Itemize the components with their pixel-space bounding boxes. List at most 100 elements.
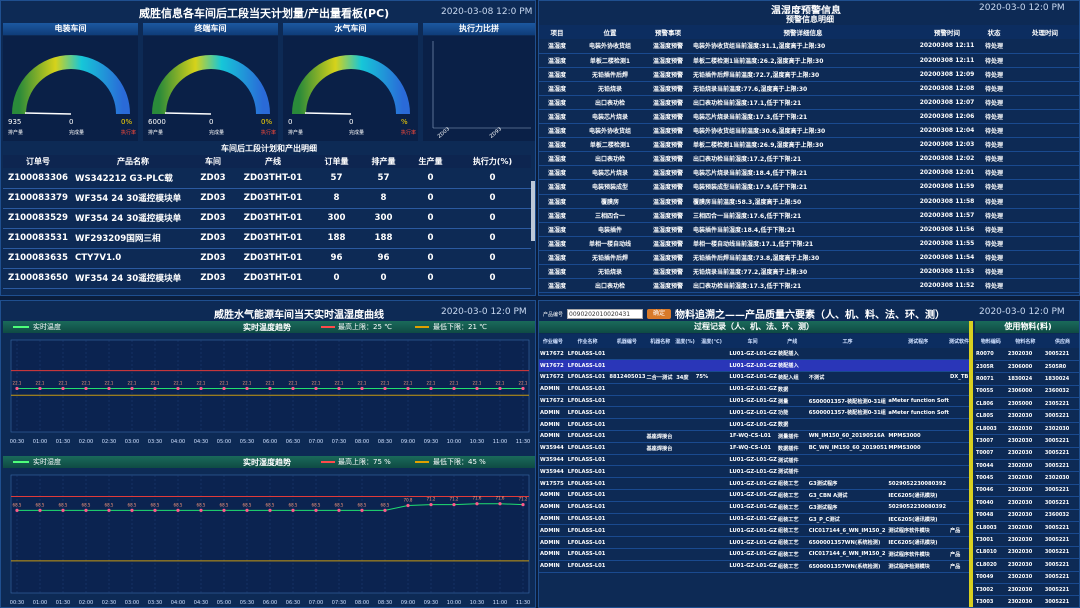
table-row[interactable]: Z100083531 WF293209国网三相 ZD03 ZD03THT-01 188 1…	[3, 228, 531, 249]
table-cell	[887, 348, 949, 361]
table-row[interactable]: 温湿度 覆膜房 温湿度预警 覆膜房当前温度:58.3,湿度高于上限:50 2020030…	[539, 194, 1079, 209]
x-tick-label: 00:30	[10, 600, 24, 606]
table-row[interactable]: T0048 2302030 2360032	[975, 509, 1079, 522]
table-row[interactable]: ADMIN LF0LASS-L01 LU01-GZ-L01-GZ 功能 65000013…	[539, 406, 969, 420]
table-row[interactable]: R0070 2302030 3005221	[975, 348, 1079, 361]
table-row[interactable]: W17672 LF0LASS-L01 LU01-GZ-L01-GZ 装配插入	[539, 359, 969, 373]
table-row[interactable]: CL8020 2302030 3005221	[975, 558, 1079, 572]
table-row[interactable]: W35944 LF0LASS-L01 LU01-GZ-L01-GZ 测试插件	[539, 465, 969, 479]
table-row[interactable]: CL8003 2302030 3005221	[975, 521, 1079, 535]
table-row[interactable]: ADMIN LF0LASS-L01 LU01-GZ-L01-GZ 数据	[539, 418, 969, 432]
table-row[interactable]: T0007 2302030 3005221	[975, 447, 1079, 461]
table-row[interactable]: ADMIN LF0LASS-L01 LU01-GZ-L01-GZ 组装工艺 G3_P_C…	[539, 513, 969, 526]
table-row[interactable]: 温湿度 无铅烧录 温湿度预警 无铅烧录当前温度:77.2,湿度高于上限:30 20200…	[539, 264, 1079, 280]
data-point	[429, 386, 433, 391]
table-row[interactable]: T3003 2302030 3005221	[975, 595, 1079, 607]
table-row[interactable]: 温湿度 电装外协收货组 温湿度预警 电装外协收货组当前温度:30.6,湿度高于上限:3…	[539, 123, 1079, 139]
table-row[interactable]: T3002 2302030 3005221	[975, 583, 1079, 597]
data-point	[176, 508, 180, 512]
table-row[interactable]: T3001 2302030 3005221	[975, 533, 1079, 547]
table-cell: MPMS3000	[887, 442, 949, 455]
table-cell	[948, 501, 969, 514]
product-no-label: 产品编号	[543, 312, 564, 318]
table-row[interactable]: 温湿度 电装芯片烧录 温湿度预警 电装芯片烧录当前湿度:18.4,低于下限:21 202…	[539, 165, 1079, 181]
table-row[interactable]: CL8003 2302030 2302030	[975, 422, 1079, 436]
table-row[interactable]: Z100083306 WS342212 G3-PLC载 ZD03 ZD03THT-01…	[3, 168, 531, 189]
table-row[interactable]: ADMIN LF0LASS-L01 LU01-GZ-L01-GZ 组装工艺 650000…	[539, 536, 969, 550]
data-point	[291, 386, 295, 391]
table-row[interactable]: Z100083635 CTY7V1.0 ZD03 ZD03THT-01 96 96 0 0	[3, 248, 531, 269]
table-row[interactable]: W35944 LF0LASS-L01 基座焊接台 1F-WQ-CS-L01 数据插件 BC…	[539, 442, 969, 455]
table-row[interactable]: T0046 2302030 3005221	[975, 484, 1079, 498]
table-row[interactable]: 温湿度 单板二楼检测1 温湿度预警 单板二楼检测1当前温度:26.2,湿度高于上限:3…	[539, 53, 1079, 68]
table-row[interactable]: 温湿度 三相四合一 温湿度预警 三相四合一当前湿度:17.6,低于下限:21 20200…	[539, 208, 1079, 223]
data-label: 68.5	[266, 502, 275, 507]
table-row[interactable]: ADMIN LF0LASS-L01 LU01-GZ-L01-GZ 组装工艺 CIC017…	[539, 548, 969, 561]
table-row[interactable]: T0045 2302030 2302030	[975, 471, 1079, 485]
table-cell: 电装插件当前湿度:18.4,低于下限:21	[691, 222, 915, 237]
table-cell: LF0LASS-L01	[566, 536, 609, 550]
data-label: 68.5	[220, 502, 229, 507]
table-row[interactable]: Z100083529 WF354 24 30遥控模块单 ZD03 ZD03THT-01…	[3, 208, 531, 229]
table-row[interactable]: 2305R 2306000 2505R0	[975, 360, 1079, 374]
process-table-scrollbar[interactable]	[969, 321, 973, 607]
table-row[interactable]: Z100083379 WF354 24 30遥控模块单 ZD03 ZD03THT-01…	[3, 188, 531, 209]
table-cell: 待处理	[979, 194, 1009, 209]
table-row[interactable]: T3007 2302030 3005221	[975, 434, 1079, 448]
table-row[interactable]: T0044 2302030 3005221	[975, 459, 1079, 473]
plan-table-scrollbar[interactable]	[531, 181, 535, 241]
table-row[interactable]: W17672 LF0LASS-L01 LU01-GZ-L01-GZ 测量 6500001…	[539, 395, 969, 408]
x-tick-label: 11:30	[516, 600, 530, 606]
table-row[interactable]: 温湿度 出口表功检 温湿度预警 出口表功检当前湿度:17.2,低于下限:21 20200…	[539, 151, 1079, 167]
table-row[interactable]: ADMIN LF0LASS-L01 LU01-GZ-L01-GZ 组装工艺 G3_CBN…	[539, 489, 969, 502]
table-row[interactable]: CL805 2302030 3005221	[975, 409, 1079, 423]
table-cell: T0045	[975, 471, 1007, 485]
table-row[interactable]: ADMIN LF0LASS-L01 LU01-GZ-L01-GZ 组装工艺 G3测试程序…	[539, 501, 969, 514]
table-row[interactable]: W17672 LF0LASS-L01 8812405013 二合一测试 34度 75% LU…	[539, 371, 969, 384]
col-machine-name: 机器名称	[645, 334, 676, 348]
table-row[interactable]: T0055 2306000 2360032	[975, 385, 1079, 399]
data-label: 68.5	[381, 502, 390, 507]
table-row[interactable]: ADMIN LF0LASS-L01 LU01-GZ-L01-GZ 组装工艺 CIC017…	[539, 524, 969, 538]
table-row[interactable]: ADMIN LF0LASS-L01 LU01-GZ-L01-GZ 数据	[539, 383, 969, 396]
table-cell: 测试程序软件模块	[887, 548, 949, 561]
confirm-button[interactable]: 确定	[647, 309, 671, 319]
table-row[interactable]: CL806 2305000 2305221	[975, 397, 1079, 411]
table-row[interactable]: 温湿度 单相一楼自动线 温湿度预警 单相一楼自动线当前湿度:17.1,低于下限:21 2…	[539, 236, 1079, 251]
table-row[interactable]: CL8010 2302030 3005221	[975, 546, 1079, 560]
humidity-chart-header: 实时湿度 实时湿度趋势 最高上限：75 % 最低下限：45 %	[3, 456, 535, 468]
table-row[interactable]: 温湿度 电装预装成型 温湿度预警 电装预装成型当前湿度:17.9,低于下限:21 202…	[539, 179, 1079, 195]
table-cell: ADMIN	[539, 513, 567, 526]
table-row[interactable]: W17672 LF0LASS-L01 LU01-GZ-L01-GZ 装配插入	[539, 348, 969, 361]
table-row[interactable]: T0040 2302030 3005221	[975, 496, 1079, 510]
data-point	[498, 502, 502, 506]
x-tick-label: 07:30	[332, 439, 346, 445]
table-row[interactable]: 温湿度电装芯片烧录温湿度预警电装芯片烧录当前湿度:17.6,低于下限:21202…	[539, 292, 1079, 295]
table-row[interactable]: 温湿度 电装插件 温湿度预警 电装插件当前湿度:18.4,低于下限:21 2020030…	[539, 222, 1079, 237]
table-cell: LF0LASS-L01	[566, 395, 609, 408]
table-row[interactable]: W17575 LF0LASS-L01 LU01-GZ-L01-GZ 组装工艺 G3测试程…	[539, 477, 969, 491]
col-order-no: 订单号	[3, 155, 73, 168]
table-cell: 测量	[776, 395, 808, 408]
table-cell: ZD03THT-01	[233, 248, 313, 269]
curves-title: 威胜水气能源车间当天实时温湿度曲线	[214, 310, 384, 321]
table-row[interactable]: W35944 LF0LASS-L01 LU01-GZ-L01-GZ 测试插件	[539, 454, 969, 467]
table-row[interactable]: ADMIN LF0LASS-L01 LU01-GZ-L01-GZ 组装工艺 650000…	[539, 560, 969, 573]
table-row[interactable]: 温湿度 无铅烧录 温湿度预警 无铅烧录当前温度:77.6,湿度高于上限:30 20200…	[539, 81, 1079, 96]
table-row[interactable]: 温湿度 无铅插件后焊 温湿度预警 无铅插件后焊当前温度:73.8,湿度高于上限:30 2…	[539, 250, 1079, 266]
table-row[interactable]: 温湿度 电装外协收货组 温湿度预警 电装外协收货组当前湿度:31.1,湿度高于上限:3…	[539, 39, 1079, 54]
table-cell	[645, 465, 676, 479]
table-cell	[645, 548, 676, 561]
table-row[interactable]: 温湿度 电装芯片烧录 温湿度预警 电装芯片烧录当前湿度:17.3,低于下限:21 202…	[539, 109, 1079, 125]
product-no-input[interactable]	[567, 309, 643, 319]
table-row[interactable]: 温湿度 无铅插件后焊 温湿度预警 无铅插件后焊当前温度:72.7,湿度高于上限:30 2…	[539, 67, 1079, 82]
data-point	[360, 508, 364, 512]
table-row[interactable]: 温湿度 出口表功检 温湿度预警 出口表功检当前湿度:17.3,低于下限:21 20200…	[539, 278, 1079, 294]
table-row[interactable]: 温湿度 出口表功检 温湿度预警 出口表功检当前湿度:17.1,低于下限:21 20200…	[539, 95, 1079, 110]
table-row[interactable]: 温湿度 单板二楼检测1 温湿度预警 单板二楼检测1当前温度:26.9,湿度高于上限:3…	[539, 137, 1079, 153]
table-row[interactable]: Z100083650 WF354 24 30遥控模块单 ZD03 ZD03THT-01…	[3, 268, 531, 289]
table-row[interactable]: T0049 2302030 3005221	[975, 571, 1079, 584]
table-row[interactable]: ADMIN LF0LASS-L01 基座焊接台 1F-WQ-CS-L01 测量插件 WN_…	[539, 430, 969, 443]
table-cell: Z100083650	[3, 268, 73, 289]
table-row[interactable]: R0071 1830024 1830024	[975, 372, 1079, 386]
